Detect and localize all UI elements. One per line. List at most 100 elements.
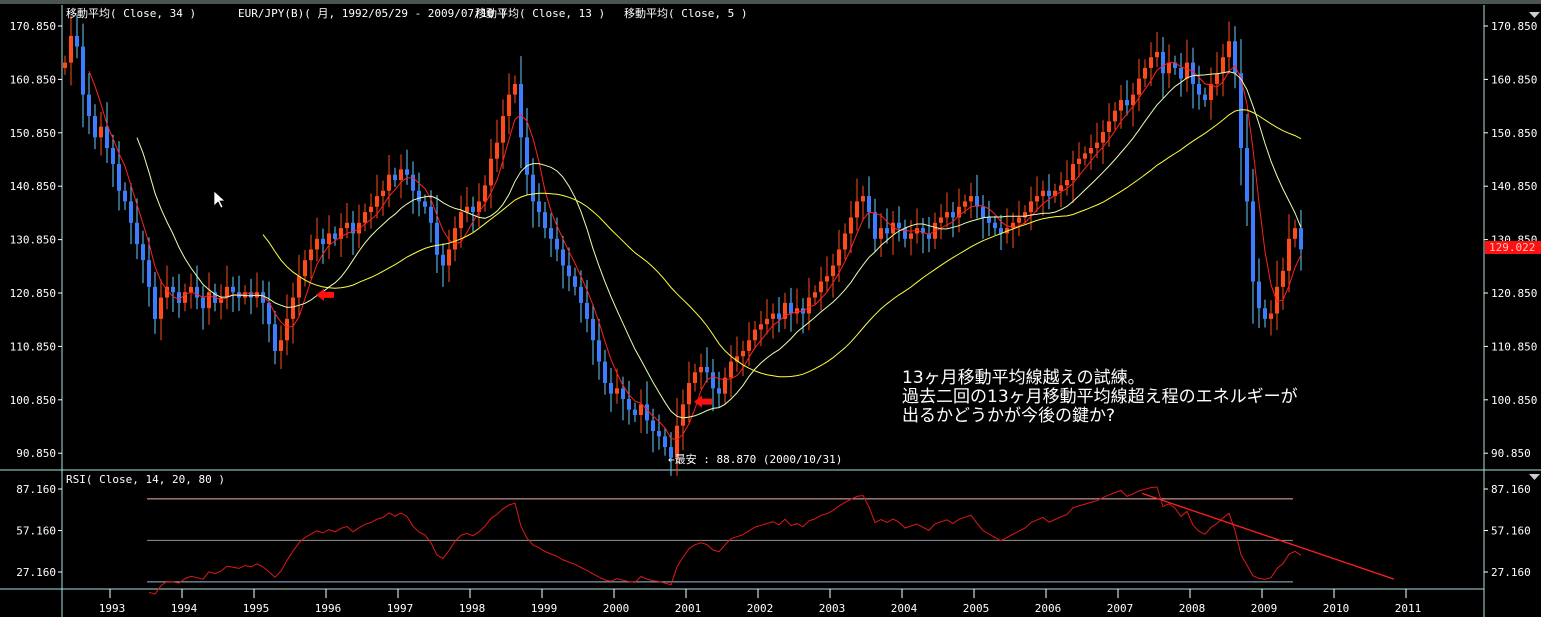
ma13-legend: 移動平均( Close, 13 ) (475, 6, 605, 20)
candle-up (969, 196, 973, 202)
candle-up (681, 404, 685, 426)
candle-up (309, 249, 313, 261)
candle-down (663, 436, 667, 448)
candle-up (399, 169, 403, 181)
time-tick-label: 2007 (1107, 602, 1134, 615)
candle-down (267, 302, 271, 325)
price-tick-label-left: 130.850 (10, 234, 56, 247)
candle-up (831, 265, 835, 277)
candle-down (585, 302, 589, 319)
rsi-tick-label-left: 87.160 (16, 483, 56, 496)
rsi-pane-menu-button[interactable] (1529, 474, 1540, 480)
time-tick-label: 2011 (1395, 602, 1422, 615)
candle-up (1077, 158, 1081, 165)
candle-down (471, 206, 475, 213)
candle-down (705, 366, 709, 373)
candle-down (1263, 308, 1267, 319)
candle-up (699, 366, 703, 373)
candle-down (903, 228, 907, 239)
candle-up (825, 276, 829, 282)
candle-up (819, 281, 823, 293)
time-tick-label: 1998 (459, 602, 486, 615)
candle-up (1155, 51, 1159, 58)
time-tick-label: 1995 (243, 602, 270, 615)
candle-up (453, 228, 457, 250)
price-tick-label-left: 140.850 (10, 180, 56, 193)
candle-up (1275, 286, 1279, 314)
price-tick-label-left: 170.850 (10, 20, 56, 33)
candle-up (315, 238, 319, 250)
rsi-legend: RSI( Close, 14, 20, 80 ) (66, 473, 225, 486)
candle-down (429, 206, 433, 223)
chart-canvas: 170.850 170.850 160.850 160.850 150.850 150.8… (0, 5, 1541, 617)
candle-up (291, 297, 295, 319)
candle-down (333, 233, 337, 239)
candle-down (87, 94, 91, 116)
candle-down (897, 222, 901, 229)
candle-up (1227, 41, 1231, 58)
candle-down (1299, 228, 1303, 250)
rsi-pane (147, 486, 1395, 595)
candle-down (141, 244, 145, 261)
candle-down (1047, 190, 1051, 197)
candle-up (1143, 67, 1147, 79)
candle-down (579, 286, 583, 303)
candle-down (975, 196, 979, 207)
candle-up (1269, 313, 1273, 319)
candle-up (345, 222, 349, 229)
candle-up (1287, 238, 1291, 271)
price-tick-label-left: 110.850 (10, 340, 56, 353)
candle-down (549, 228, 553, 239)
candle-up (1167, 62, 1171, 74)
price-tick-label-right: 110.850 (1491, 340, 1537, 353)
price-tick-label-right: 120.850 (1491, 287, 1537, 300)
candle-up (795, 308, 799, 314)
rsi-tick-label-right: 27.160 (1491, 566, 1531, 579)
candle-up (771, 313, 775, 319)
candle-down (591, 318, 595, 341)
candle-up (375, 196, 379, 207)
candle-down (1251, 201, 1255, 282)
candle-up (963, 201, 967, 207)
candle-up (369, 206, 373, 213)
time-tick-label: 2001 (675, 602, 702, 615)
candle-up (1107, 121, 1111, 132)
candle-down (417, 190, 421, 202)
candle-up (1065, 180, 1069, 186)
candle-down (789, 302, 793, 314)
price-tick-label-right: 90.850 (1491, 447, 1531, 460)
candle-down (717, 388, 721, 394)
rsi-tick-label-right: 57.160 (1491, 525, 1531, 538)
price-tick-label-right: 150.850 (1491, 127, 1537, 140)
candle-down (633, 409, 637, 416)
candle-down (147, 260, 151, 287)
candle-up (189, 286, 193, 293)
candle-down (117, 164, 121, 191)
candle-down (177, 292, 181, 303)
candle-down (1161, 51, 1165, 74)
time-tick-label: 2009 (1251, 602, 1278, 615)
candle-up (1089, 148, 1093, 154)
candle-up (1083, 153, 1087, 159)
time-tick-label: 2003 (819, 602, 846, 615)
candle-up (1041, 190, 1045, 197)
candle-down (993, 222, 997, 229)
candle-down (201, 297, 205, 309)
candle-down (1179, 67, 1183, 79)
time-tick-label: 1994 (171, 602, 198, 615)
candle-down (1197, 83, 1201, 95)
candle-down (567, 265, 571, 277)
candle-down (171, 286, 175, 293)
candle-up (285, 318, 289, 341)
chart-frame (0, 5, 1541, 617)
candle-up (1209, 83, 1213, 100)
candle-up (639, 404, 643, 416)
candle-up (729, 361, 733, 378)
time-tick-label: 2002 (747, 602, 774, 615)
candle-down (951, 212, 955, 218)
price-tick-label-right: 170.850 (1491, 20, 1537, 33)
candle-up (1095, 142, 1099, 149)
ma5-legend: 移動平均( Close, 5 ) (624, 6, 747, 20)
candle-up (807, 297, 811, 314)
price-pane-menu-button[interactable] (1529, 12, 1540, 18)
